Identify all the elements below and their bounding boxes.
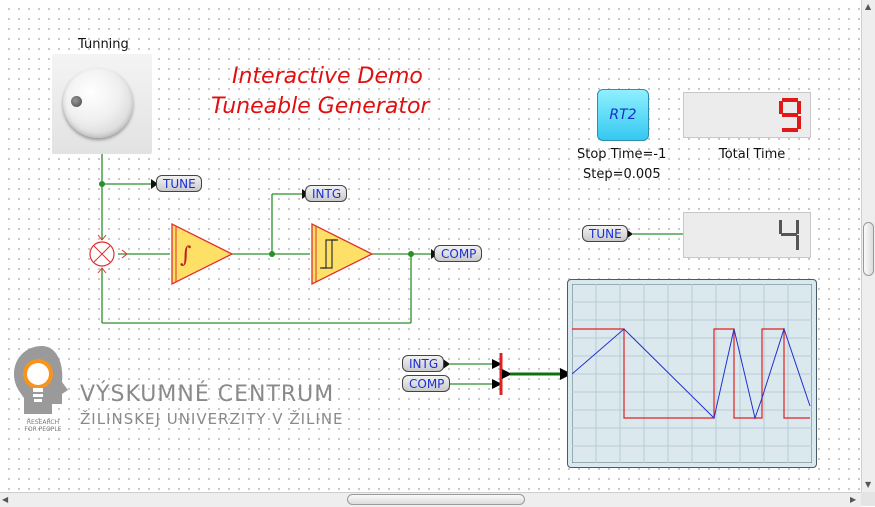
relay-hysteresis-icon: [311, 222, 374, 286]
logo-tagline-line1: RESEARCH: [26, 419, 60, 426]
scroll-up-arrow-icon[interactable]: ▲: [865, 2, 871, 11]
seven-seg-digit-total: [779, 98, 801, 132]
logo-tagline: RESEARCH FOR PEOPLE: [18, 419, 68, 433]
svg-text:∫: ∫: [180, 243, 192, 268]
realtime-clock-block[interactable]: RT2: [597, 89, 649, 141]
seven-seg-digit-tune: [779, 220, 799, 250]
vertical-scroll-thumb[interactable]: [863, 222, 874, 276]
horizontal-scroll-thumb[interactable]: [347, 494, 525, 505]
scope-plot: [572, 284, 812, 463]
tune-value-display[interactable]: [683, 212, 811, 258]
integrator-icon: ∫: [171, 222, 234, 286]
logo-subtitle: ŽILINSKEJ UNIVERZITY V ŽILINE: [80, 410, 344, 428]
tune-from-tag[interactable]: TUNE: [582, 225, 628, 242]
lightbulb-head-icon: [14, 346, 68, 414]
logo-tagline-line2: FOR PEOPLE: [24, 426, 62, 433]
mux-icon: [492, 353, 572, 395]
scroll-left-arrow-icon[interactable]: ◀: [2, 495, 8, 504]
scroll-down-arrow-icon[interactable]: ▼: [865, 480, 871, 489]
horizontal-scrollbar[interactable]: ◀ ▶: [0, 492, 861, 507]
stop-time-label: Stop Time=-1: [577, 147, 667, 162]
total-time-display[interactable]: [683, 92, 811, 138]
scope-display[interactable]: [567, 279, 817, 468]
step-label: Step=0.005: [583, 167, 661, 182]
logo-title: VÝSKUMNÉ CENTRUM: [80, 382, 335, 407]
scroll-right-arrow-icon[interactable]: ▶: [850, 495, 856, 504]
comp-from-tag[interactable]: COMP: [402, 375, 451, 392]
scrollbar-corner: [861, 492, 875, 506]
sum-junction-icon: [89, 241, 115, 267]
comp-goto-tag[interactable]: COMP: [434, 245, 483, 262]
tune-goto-tag[interactable]: TUNE: [156, 175, 202, 192]
intg-from-tag[interactable]: INTG: [402, 355, 445, 372]
intg-goto-tag[interactable]: INTG: [305, 185, 348, 202]
vertical-scrollbar[interactable]: ▲ ▼: [861, 0, 875, 492]
total-time-label: Total Time: [719, 147, 786, 162]
diagram-canvas[interactable]: Interactive Demo Tuneable Generator Tunn…: [0, 0, 862, 493]
